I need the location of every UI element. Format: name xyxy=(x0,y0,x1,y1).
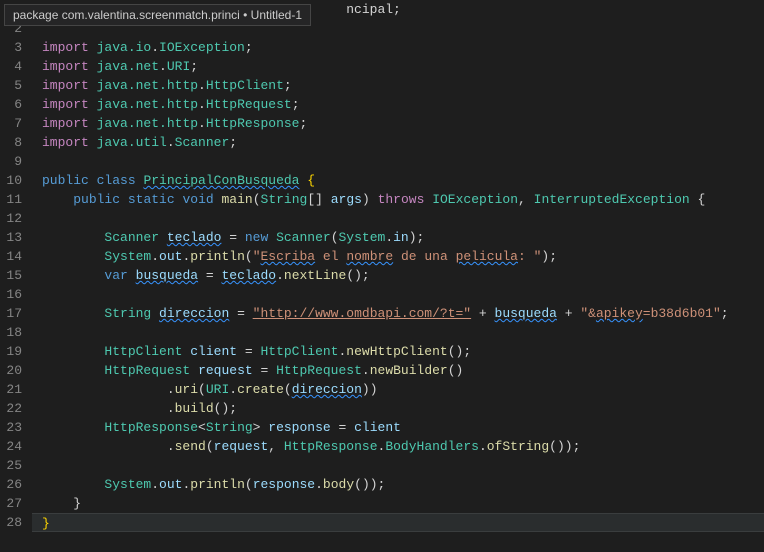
code-line[interactable]: HttpRequest request = HttpRequest.newBui… xyxy=(42,361,764,380)
code-content[interactable]: ncipal; import java.io.IOException; impo… xyxy=(32,0,764,552)
code-line[interactable] xyxy=(42,456,764,475)
line-number-gutter: 1 2 3 4 5 6 7 8 9 10 11 12 13 14 15 16 1… xyxy=(0,0,32,552)
code-line[interactable]: String direccion = "http://www.omdbapi.c… xyxy=(42,304,764,323)
code-editor[interactable]: 1 2 3 4 5 6 7 8 9 10 11 12 13 14 15 16 1… xyxy=(0,0,764,552)
code-line[interactable]: import java.net.http.HttpRequest; xyxy=(42,95,764,114)
code-line[interactable]: Scanner teclado = new Scanner(System.in)… xyxy=(42,228,764,247)
code-line[interactable]: import java.net.URI; xyxy=(42,57,764,76)
hover-tooltip: package com.valentina.screenmatch.princi… xyxy=(4,4,311,26)
code-line[interactable] xyxy=(42,323,764,342)
code-line[interactable] xyxy=(42,209,764,228)
code-line[interactable]: public class PrincipalConBusqueda { xyxy=(42,171,764,190)
code-line-active[interactable]: } xyxy=(32,513,764,532)
code-line[interactable]: .uri(URI.create(direccion)) xyxy=(42,380,764,399)
code-line[interactable]: import java.net.http.HttpResponse; xyxy=(42,114,764,133)
code-line[interactable] xyxy=(42,152,764,171)
code-line[interactable]: HttpClient client = HttpClient.newHttpCl… xyxy=(42,342,764,361)
code-line[interactable]: import java.net.http.HttpClient; xyxy=(42,76,764,95)
code-line[interactable]: System.out.println("Escriba el nombre de… xyxy=(42,247,764,266)
code-line[interactable]: public static void main(String[] args) t… xyxy=(42,190,764,209)
code-line[interactable]: HttpResponse<String> response = client xyxy=(42,418,764,437)
code-line[interactable]: var busqueda = teclado.nextLine(); xyxy=(42,266,764,285)
code-line[interactable]: import java.util.Scanner; xyxy=(42,133,764,152)
code-line[interactable]: import java.io.IOException; xyxy=(42,38,764,57)
code-line[interactable]: .build(); xyxy=(42,399,764,418)
code-line[interactable]: .send(request, HttpResponse.BodyHandlers… xyxy=(42,437,764,456)
code-line[interactable]: System.out.println(response.body()); xyxy=(42,475,764,494)
code-line[interactable] xyxy=(42,285,764,304)
code-line[interactable]: } xyxy=(42,494,764,513)
